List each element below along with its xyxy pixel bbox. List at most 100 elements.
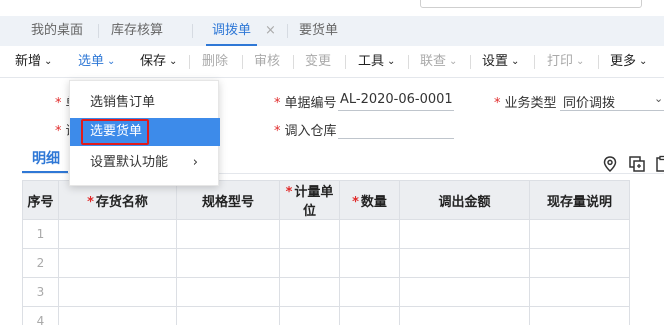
tab-transfer-order[interactable]: 调拨单 — [205, 16, 258, 46]
tab-divider — [98, 24, 99, 38]
inquiry-label: 联查 — [420, 54, 447, 69]
toolbar-divider — [470, 55, 471, 69]
close-icon[interactable]: × — [265, 16, 276, 46]
chevron-down-icon: ⌄ — [107, 56, 116, 67]
row-number: 1 — [22, 219, 59, 249]
menu-item-label: 设置默认功能 — [90, 155, 169, 170]
cell[interactable] — [339, 277, 400, 307]
table-row: 2 — [22, 248, 630, 278]
tab-divider — [287, 24, 288, 38]
more-button[interactable]: 更多 ⌄ — [610, 46, 647, 78]
doc-no-field[interactable]: AL-2020-06-0001 — [340, 92, 453, 107]
chevron-down-icon: ⌄ — [639, 56, 648, 67]
cell[interactable] — [176, 277, 280, 307]
audit-button[interactable]: 审核 — [254, 46, 280, 78]
cell[interactable] — [279, 306, 340, 325]
cell[interactable] — [279, 277, 340, 307]
save-button[interactable]: 保存 ⌄ — [140, 46, 177, 78]
print-label: 打印 — [547, 54, 574, 69]
chevron-down-icon[interactable]: ⌄ — [654, 92, 663, 105]
more-label: 更多 — [610, 54, 637, 69]
chevron-down-icon: ⌄ — [576, 56, 585, 67]
global-search-input[interactable] — [420, 0, 642, 8]
clipboard-icon[interactable] — [654, 155, 664, 173]
toolbar-divider — [534, 55, 535, 69]
settings-button[interactable]: 设置 ⌄ — [482, 46, 519, 78]
col-header-seq: 序号 — [22, 180, 59, 220]
toolbar-divider — [345, 55, 346, 69]
table-row: 3 — [22, 277, 630, 307]
col-header-qty[interactable]: * 数量 — [339, 180, 400, 220]
cell[interactable] — [58, 277, 177, 307]
toolbar-divider — [293, 55, 294, 69]
table-row: 4 — [22, 306, 630, 325]
add-button[interactable]: 新增 ⌄ — [15, 46, 52, 78]
cell[interactable] — [529, 277, 630, 307]
chevron-down-icon: ⌄ — [449, 56, 458, 67]
col-header-item-name[interactable]: * 存货名称 — [58, 180, 177, 220]
save-label: 保存 — [140, 54, 167, 69]
col-header-out-amount[interactable]: 调出金额 — [399, 180, 530, 220]
chevron-down-icon: ⌄ — [511, 56, 520, 67]
tab-requisition-order[interactable]: 要货单 — [299, 16, 338, 46]
doc-no-label: * 单据编号 — [274, 96, 337, 111]
cell[interactable] — [58, 248, 177, 278]
cell[interactable] — [279, 248, 340, 278]
menu-item-select-requisition[interactable]: 选要货单 — [70, 118, 220, 146]
tools-button[interactable]: 工具 ⌄ — [358, 46, 395, 78]
in-warehouse-underline — [338, 138, 454, 139]
cell[interactable] — [176, 248, 280, 278]
app-window: 我的桌面 库存核算 调拨单 × 要货单 新增 ⌄ 选单 ⌄ 保存 ⌄ 删除 审核 变更… — [0, 0, 664, 325]
cell[interactable] — [58, 219, 177, 249]
tab-bar: 我的桌面 库存核算 调拨单 × 要货单 — [0, 16, 664, 46]
in-warehouse-label: * 调入仓库 — [274, 124, 337, 139]
tab-inventory-accounting[interactable]: 库存核算 — [111, 16, 163, 46]
biz-type-select[interactable]: 同价调拨 — [563, 92, 615, 111]
cell[interactable] — [399, 306, 530, 325]
row-number: 2 — [22, 248, 59, 278]
cell[interactable] — [176, 219, 280, 249]
doc-no-underline — [338, 110, 454, 111]
cell[interactable] — [399, 248, 530, 278]
select-doc-label: 选单 — [78, 54, 105, 69]
biz-type-label: * 业务类型 — [494, 96, 557, 111]
location-icon[interactable] — [601, 155, 619, 173]
row-number: 3 — [22, 277, 59, 307]
toolbar-divider — [598, 55, 599, 69]
focus-highlight-box — [81, 119, 149, 145]
biz-type-underline — [560, 110, 664, 111]
change-button[interactable]: 变更 — [305, 46, 331, 78]
col-header-stock-note[interactable]: 现存量说明 — [529, 180, 630, 220]
copy-icon[interactable] — [628, 155, 646, 173]
menu-item-select-sales-order[interactable]: 选销售订单 — [70, 89, 220, 117]
settings-label: 设置 — [482, 54, 509, 69]
cell[interactable] — [279, 219, 340, 249]
detail-tab[interactable]: 明细 — [32, 148, 60, 168]
tab-divider — [192, 24, 193, 38]
chevron-right-icon: › — [192, 155, 198, 170]
cell[interactable] — [529, 248, 630, 278]
toolbar: 新增 ⌄ 选单 ⌄ 保存 ⌄ 删除 审核 变更 工具 ⌄ 联查 ⌄ 设置 ⌄ 打印 ⌄ 更多 ⌄ — [0, 46, 664, 78]
cell[interactable] — [339, 219, 400, 249]
cell[interactable] — [529, 219, 630, 249]
print-button[interactable]: 打印 ⌄ — [547, 46, 584, 78]
cell[interactable] — [399, 219, 530, 249]
cell[interactable] — [176, 306, 280, 325]
cell[interactable] — [339, 248, 400, 278]
delete-button[interactable]: 删除 — [202, 46, 228, 78]
cell[interactable] — [399, 277, 530, 307]
toolbar-divider — [408, 55, 409, 69]
cell[interactable] — [339, 306, 400, 325]
col-header-unit[interactable]: * 计量单位 — [279, 180, 340, 220]
menu-item-set-default[interactable]: 设置默认功能 › — [70, 149, 220, 177]
tab-my-desktop[interactable]: 我的桌面 — [31, 16, 83, 46]
col-header-spec[interactable]: 规格型号 — [176, 180, 280, 220]
top-strip — [0, 0, 664, 14]
chevron-down-icon: ⌄ — [169, 56, 178, 67]
toolbar-divider — [242, 55, 243, 69]
cell[interactable] — [58, 306, 177, 325]
inquiry-button[interactable]: 联查 ⌄ — [420, 46, 457, 78]
select-doc-button[interactable]: 选单 ⌄ — [78, 46, 115, 78]
chevron-down-icon: ⌄ — [387, 56, 396, 67]
cell[interactable] — [529, 306, 630, 325]
